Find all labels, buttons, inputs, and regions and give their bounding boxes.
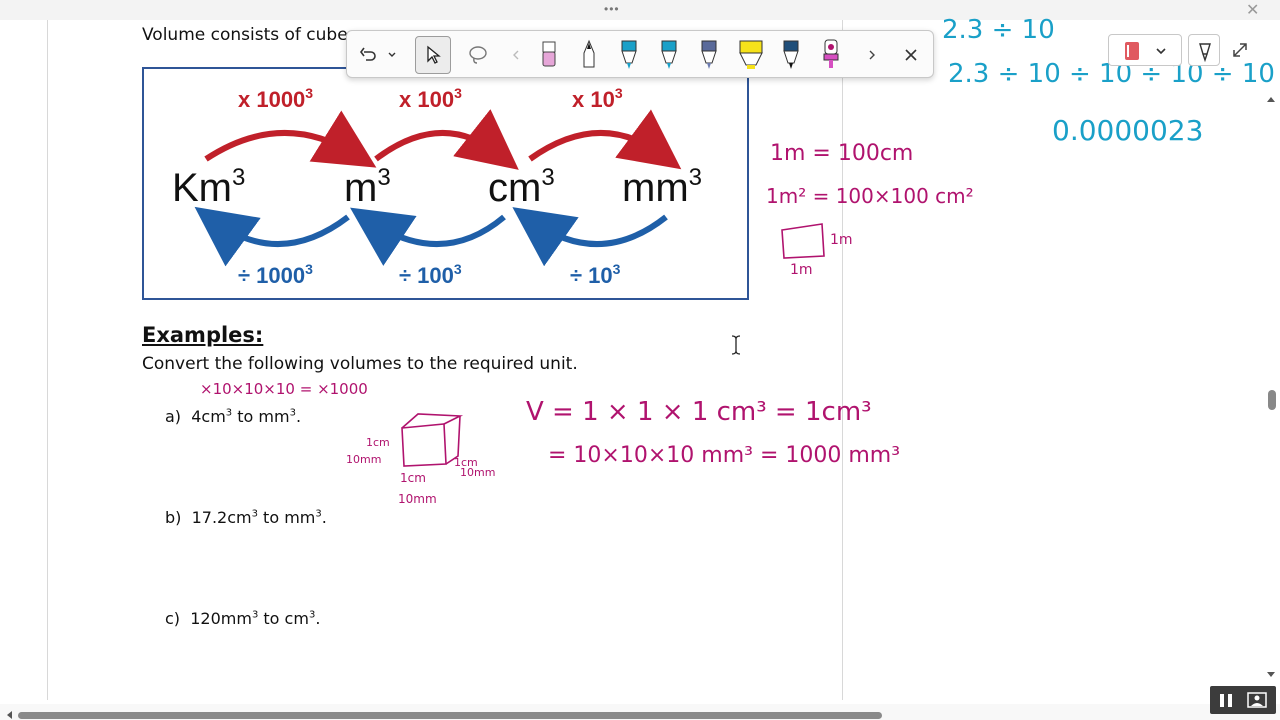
highlighter-yellow-icon[interactable] xyxy=(737,36,765,74)
chevron-down-icon[interactable] xyxy=(385,36,399,74)
recording-controls xyxy=(1210,686,1276,714)
pen-cyan-icon[interactable] xyxy=(657,36,681,74)
fountain-pen-icon[interactable] xyxy=(779,36,803,74)
presenter-view-icon xyxy=(1247,692,1267,708)
pen-mode-icon xyxy=(1199,43,1211,55)
ink-volume-line-2: = 10×10×10 mm³ = 1000 mm³ xyxy=(548,443,900,468)
ink-layer: 1m = 100cm 1m² = 100×100 cm² 1m 1m ×10×1… xyxy=(200,15,1275,506)
pen-magenta-icon[interactable] xyxy=(819,36,843,74)
eraser-icon[interactable] xyxy=(537,36,561,74)
ink-volume-line-1: V = 1 × 1 × 1 cm³ = 1cm³ xyxy=(526,397,872,427)
select-pointer-icon[interactable] xyxy=(415,36,451,74)
ink-result: 0.0000023 xyxy=(1052,114,1203,147)
ink-m-to-cm: 1m = 100cm xyxy=(770,141,913,166)
notebook-chevron-icon xyxy=(1156,48,1166,55)
scroll-left-icon[interactable] xyxy=(4,708,14,720)
chevron-right-icon[interactable] xyxy=(865,36,879,74)
ink-cube-left-2: 10mm xyxy=(346,453,381,466)
expand-icon[interactable] xyxy=(1228,36,1252,64)
ink-m2-to-cm2: 1m² = 100×100 cm² xyxy=(766,184,974,208)
ink-example-a-factor: ×10×10×10 = ×1000 xyxy=(200,380,368,398)
ink-cube-right-2: 10mm xyxy=(460,466,495,479)
undo-icon[interactable] xyxy=(355,36,381,74)
vertical-scrollbar-thumb[interactable] xyxy=(1268,390,1276,410)
horizontal-scrollbar[interactable] xyxy=(0,704,1280,720)
ink-square-side-label: 1m xyxy=(830,232,853,248)
draw-mode-button[interactable] xyxy=(1188,34,1220,66)
ink-square-bottom-label: 1m xyxy=(790,262,813,278)
ink-cube-bottom-1: 1cm xyxy=(400,471,426,485)
close-icon[interactable] xyxy=(899,36,923,74)
highlighter-cyan-icon[interactable] xyxy=(617,36,641,74)
ink-cube xyxy=(401,413,464,467)
ink-top-right-partial: 2.3 ÷ 10 xyxy=(942,15,1055,45)
text-cursor-icon xyxy=(728,334,744,356)
pen-galaxy-icon[interactable] xyxy=(697,36,721,74)
pen-toolbar xyxy=(346,30,934,78)
scroll-up-icon[interactable] xyxy=(1264,92,1278,104)
notebook-button[interactable] xyxy=(1108,34,1182,66)
horizontal-scrollbar-thumb[interactable] xyxy=(18,712,882,719)
ink-cube-bottom-2: 10mm xyxy=(398,492,437,506)
pen-black-icon[interactable] xyxy=(577,36,601,74)
ink-cube-left-1: 1cm xyxy=(366,436,390,449)
scroll-down-icon[interactable] xyxy=(1264,668,1278,680)
lasso-icon[interactable] xyxy=(465,36,491,74)
ink-square xyxy=(781,223,825,259)
chevron-left-icon[interactable] xyxy=(509,36,523,74)
pause-icon xyxy=(1220,694,1232,707)
